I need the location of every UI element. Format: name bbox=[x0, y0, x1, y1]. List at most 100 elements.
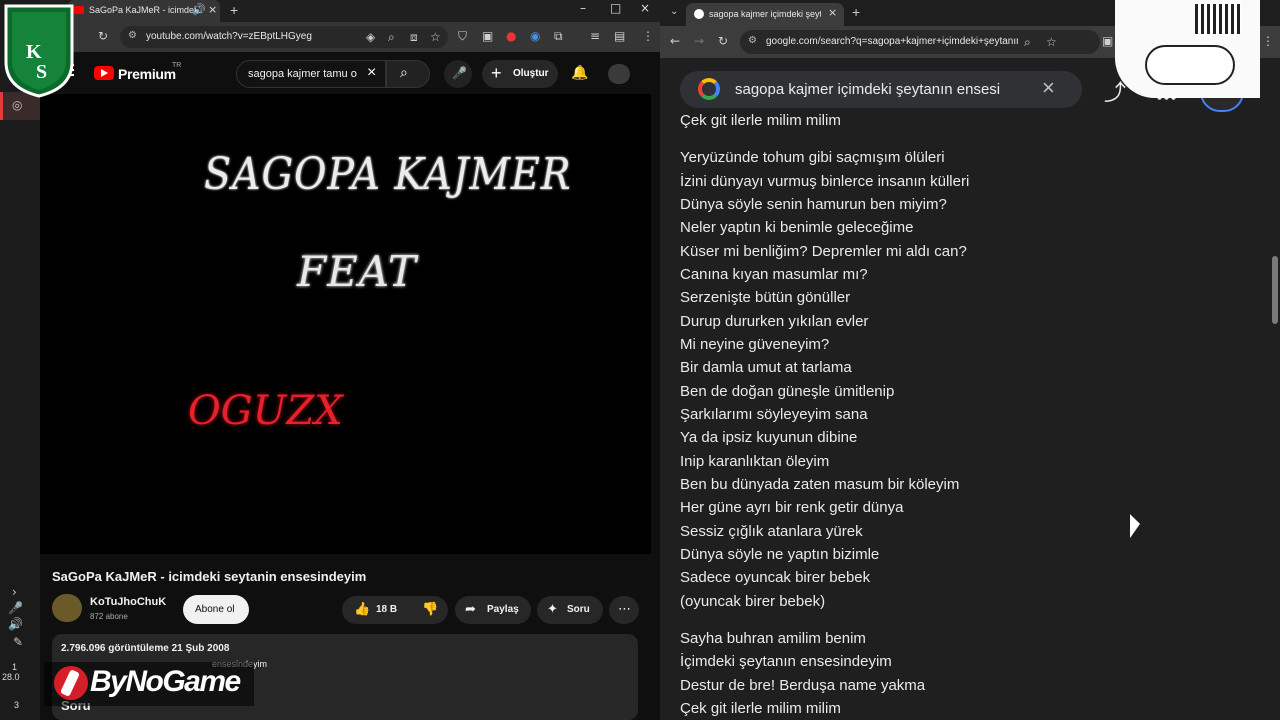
maximize-icon[interactable]: □ bbox=[610, 1, 621, 15]
dislike-icon[interactable]: 👎 bbox=[422, 602, 438, 617]
close-tab-icon[interactable]: × bbox=[828, 6, 837, 19]
google-search-box[interactable]: sagopa kajmer içimdeki şeytanın ensesi × bbox=[680, 71, 1082, 108]
extension-blue-icon[interactable]: ◉ bbox=[530, 29, 540, 43]
lyric-line: (oyuncak birer bebek) bbox=[680, 593, 826, 610]
bynogame-logo-icon bbox=[54, 666, 88, 700]
lyric-line: Destur de bre! Berduşa name yakma bbox=[680, 677, 926, 694]
extension-icon[interactable]: ▣ bbox=[482, 29, 493, 43]
youtube-logo-icon[interactable] bbox=[94, 66, 114, 80]
channel-avatar[interactable] bbox=[52, 594, 82, 622]
volume-icon[interactable]: 🔊 bbox=[8, 617, 23, 631]
minimize-icon[interactable]: – bbox=[580, 1, 586, 15]
google-logo-icon[interactable] bbox=[698, 78, 720, 100]
audio-playing-icon[interactable]: 🔊 bbox=[192, 3, 206, 16]
pen-icon[interactable]: ✎ bbox=[13, 635, 23, 649]
google-favicon-icon bbox=[694, 9, 704, 19]
right-active-tab[interactable]: sagopa kajmer içimdeki şeytan × bbox=[686, 3, 844, 26]
plus-icon: + bbox=[491, 63, 502, 83]
voice-search-button[interactable]: 🎤 bbox=[444, 60, 472, 88]
bookmark-star-icon[interactable]: ☆ bbox=[1046, 35, 1057, 49]
channel-name[interactable]: KoTuJhoChuK bbox=[90, 596, 166, 608]
youtube-brand[interactable]: Premium bbox=[118, 66, 176, 82]
menu-icon[interactable]: ⋮ bbox=[1262, 34, 1274, 48]
left-address-bar[interactable]: ⚙ youtube.com/watch?v=zEBptLHGyeg ◈ ⌕ ⧈ … bbox=[120, 26, 448, 48]
lyric-line: Küser mi benliğim? Depremler mi aldı can… bbox=[680, 243, 967, 260]
puzzle-icon[interactable]: ⧉ bbox=[554, 29, 563, 44]
lyric-line: Ben de doğan güneşle ümitlenip bbox=[680, 383, 895, 400]
share-button[interactable]: ➦ Paylaş bbox=[455, 596, 531, 624]
share-icon: ➦ bbox=[465, 602, 476, 617]
notifications-bell-icon[interactable]: 🔔 bbox=[571, 65, 588, 81]
mic-icon[interactable]: 🎤 bbox=[8, 601, 23, 615]
bynogame-watermark: ByNoGame bbox=[44, 662, 254, 706]
mouse-cursor-icon bbox=[1130, 514, 1140, 544]
media-icon[interactable]: ≡ bbox=[590, 29, 600, 43]
back-icon[interactable]: ← bbox=[670, 34, 680, 48]
menu-icon[interactable]: ⋮ bbox=[642, 29, 654, 43]
cast-icon[interactable]: ⧈ bbox=[410, 30, 418, 45]
reload-icon[interactable]: ↻ bbox=[718, 34, 728, 48]
close-window-icon[interactable]: × bbox=[640, 1, 650, 15]
video-overlay-line2: FEAT bbox=[297, 247, 417, 296]
youtube-header: Premium TR sagopa kajmer tamu o × ⌕ 🎤 + … bbox=[40, 52, 660, 94]
lyric-line: Sessiz çığlık atanlara yürek bbox=[680, 523, 863, 540]
lyric-line: Serzenişte bütün gönüller bbox=[680, 289, 851, 306]
like-count[interactable]: 18 B bbox=[376, 604, 397, 615]
lens-icon[interactable]: ◈ bbox=[366, 30, 375, 44]
clear-search-icon[interactable]: × bbox=[367, 64, 376, 82]
right-scrollbar[interactable] bbox=[1271, 112, 1280, 720]
taskbar-date: 28.0 bbox=[2, 672, 20, 682]
google-search-value: sagopa kajmer içimdeki şeytanın ensesi bbox=[735, 81, 1001, 98]
chrome-icon[interactable]: ◎ bbox=[12, 98, 22, 112]
video-player[interactable]: SAGOPA KAJMER FEAT OGUZX bbox=[40, 94, 651, 554]
shield-icon[interactable]: ⛉ bbox=[458, 29, 467, 44]
tab-search-icon[interactable]: ⌄ bbox=[670, 6, 678, 17]
video-overlay-line1: SAGOPA KAJMER bbox=[204, 149, 572, 200]
lyric-line: Dünya söyle senin hamurun ben miyim? bbox=[680, 196, 947, 213]
extension-icon[interactable]: ▣ bbox=[1102, 34, 1113, 48]
right-scrollbar-thumb[interactable] bbox=[1272, 256, 1278, 324]
forward-icon[interactable]: → bbox=[694, 34, 704, 48]
watermark-text: ByNoGame bbox=[90, 665, 241, 698]
create-button[interactable]: + Oluştur bbox=[482, 60, 558, 88]
youtube-search-input[interactable]: sagopa kajmer tamu o × bbox=[236, 60, 386, 88]
extension-red-icon[interactable]: ● bbox=[506, 29, 516, 43]
search-icon: ⌕ bbox=[400, 65, 408, 81]
like-dislike-group: 👍 18 B 👎 bbox=[342, 596, 448, 624]
profile-icon[interactable]: ▤ bbox=[614, 29, 625, 43]
reload-icon[interactable]: ↻ bbox=[98, 29, 108, 43]
zoom-icon[interactable]: ⌕ bbox=[388, 30, 395, 45]
new-tab-icon[interactable]: + bbox=[852, 4, 860, 20]
subscribe-button[interactable]: Abone ol bbox=[183, 595, 249, 624]
youtube-country: TR bbox=[172, 62, 182, 69]
zoom-icon[interactable]: ⌕ bbox=[1024, 35, 1031, 50]
like-icon[interactable]: 👍 bbox=[354, 602, 370, 617]
qr-code-icon bbox=[1195, 4, 1241, 34]
clear-search-icon[interactable]: × bbox=[1042, 75, 1055, 101]
more-actions-button[interactable]: ⋯ bbox=[609, 596, 639, 624]
bookmark-star-icon[interactable]: ☆ bbox=[430, 30, 441, 44]
lyric-line: Durup dururken yıkılan evler bbox=[680, 313, 869, 330]
account-avatar[interactable] bbox=[608, 64, 630, 84]
club-logo: K S bbox=[4, 4, 74, 98]
lyric-line: Neler yaptın ki benimle geleceğime bbox=[680, 219, 914, 236]
right-address-bar[interactable]: ⚙ google.com/search?q=sagopa+kajmer+içim… bbox=[740, 30, 1100, 54]
lyric-line: Yeryüzünde tohum gibi saçmışım ölüleri bbox=[680, 149, 945, 166]
chevron-up-icon[interactable]: › bbox=[12, 585, 17, 599]
youtube-search-button[interactable]: ⌕ bbox=[386, 60, 430, 88]
site-info-icon[interactable]: ⚙ bbox=[748, 35, 757, 46]
lyric-line: İçimdeki şeytanın ensesindeyim bbox=[680, 653, 892, 670]
close-tab-icon[interactable]: × bbox=[208, 3, 217, 16]
left-scrollbar[interactable] bbox=[651, 94, 660, 720]
left-tab-bar: SaGoPa KaJMeR - icimdeki 🔊 × + – □ × bbox=[40, 0, 660, 22]
new-tab-icon[interactable]: + bbox=[230, 2, 238, 18]
right-tab-title: sagopa kajmer içimdeki şeytan bbox=[709, 9, 821, 19]
left-active-tab[interactable]: SaGoPa KaJMeR - icimdeki 🔊 × bbox=[68, 0, 220, 22]
lyric-line: Çek git ilerle milim milim bbox=[680, 700, 841, 717]
lyric-line: Her güne ayrı bir renk getir dünya bbox=[680, 499, 904, 516]
site-info-icon[interactable]: ⚙ bbox=[128, 30, 137, 41]
ask-button[interactable]: ✦ Soru bbox=[537, 596, 603, 624]
lyrics-panel: Çek git ilerle milim milim Yeryüzünde to… bbox=[680, 112, 1240, 720]
view-count-date: 2.796.096 görüntüleme 21 Şub 2008 bbox=[61, 643, 230, 654]
channel-subscribers: 872 abone bbox=[90, 612, 128, 621]
